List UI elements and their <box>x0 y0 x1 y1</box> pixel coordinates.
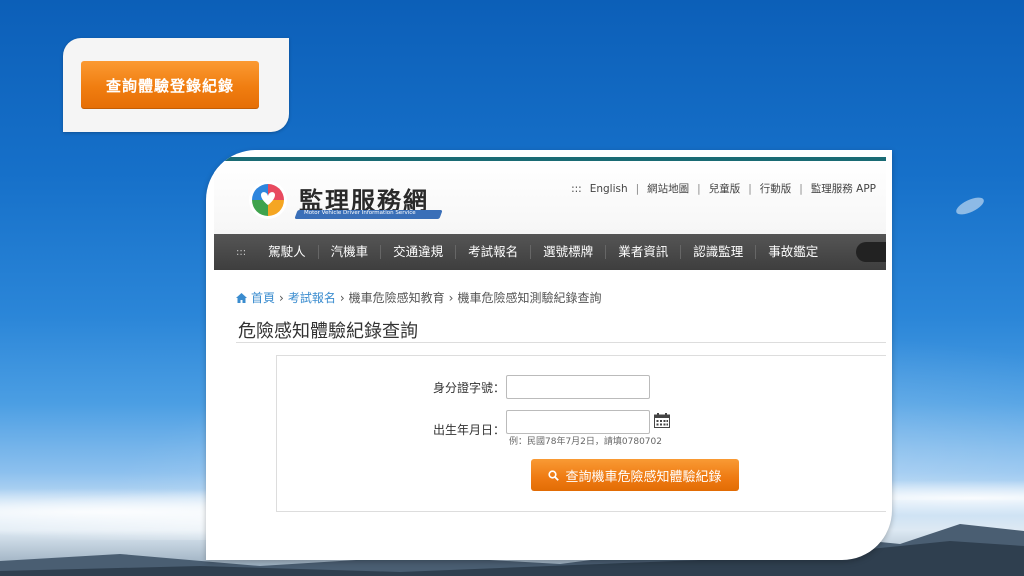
toplink-separator: | <box>697 182 701 195</box>
query-record-card: 查詢體驗登錄紀錄 <box>63 38 289 132</box>
id-number-label: 身分證字號： <box>433 381 506 395</box>
breadcrumb-current: 機車危險感知測驗紀錄查詢 <box>457 291 602 305</box>
toplink-sitemap[interactable]: 網站地圖 <box>647 181 689 196</box>
toplink-mobile[interactable]: 行動版 <box>760 181 792 196</box>
breadcrumb: 首頁 › 考試報名 › 機車危險感知教育 › 機車危險感知測驗紀錄查詢 <box>236 289 602 306</box>
toplink-separator: | <box>799 182 803 195</box>
logo-heart-icon <box>249 181 287 219</box>
site-header: 監理服務網 Motor Vehicle Driver Information S… <box>214 161 886 234</box>
website-viewport: 監理服務網 Motor Vehicle Driver Information S… <box>214 157 886 553</box>
id-number-input[interactable] <box>506 375 650 399</box>
site-logo[interactable]: 監理服務網 Motor Vehicle Driver Information S… <box>246 178 446 226</box>
toplink-separator: | <box>748 182 752 195</box>
nav-item-about[interactable]: 認識監理 <box>681 245 757 259</box>
logo-subtitle: Motor Vehicle Driver Information Service <box>304 210 416 216</box>
nav-item-plates[interactable]: 選號標牌 <box>531 245 607 259</box>
toplink-english[interactable]: English <box>590 183 628 195</box>
toplink-app[interactable]: 監理服務 APP <box>811 181 876 196</box>
breadcrumb-home[interactable]: 首頁 <box>251 289 275 306</box>
website-screenshot-card: 監理服務網 Motor Vehicle Driver Information S… <box>206 150 892 560</box>
nav-handle: ::: <box>236 246 247 258</box>
query-record-button[interactable]: 查詢體驗登錄紀錄 <box>81 61 259 109</box>
query-submit-button[interactable]: 查詢機車危險感知體驗紀錄 <box>531 459 739 491</box>
search-icon <box>548 469 560 481</box>
breadcrumb-separator: › <box>448 290 454 305</box>
top-utility-links: ::: English | 網站地圖 | 兒童版 | 行動版 | 監理服務 AP… <box>571 181 876 196</box>
calendar-icon[interactable] <box>654 413 670 428</box>
query-submit-label: 查詢機車危險感知體驗紀錄 <box>565 469 722 485</box>
nav-item-accident[interactable]: 事故鑑定 <box>756 245 830 259</box>
breadcrumb-separator: › <box>279 290 284 305</box>
toplink-kids[interactable]: 兒童版 <box>709 181 741 196</box>
cloud-wisp <box>953 194 987 218</box>
birthdate-hint: 例：民國78年7月2日，請填0780702 <box>509 437 662 447</box>
nav-item-violation[interactable]: 交通違規 <box>381 245 457 259</box>
breadcrumb-separator: › <box>339 290 345 305</box>
toplink-separator: | <box>635 182 640 195</box>
nav-item-vehicle[interactable]: 汽機車 <box>319 245 382 259</box>
breadcrumb-exam[interactable]: 考試報名 <box>288 289 336 306</box>
nav-item-business[interactable]: 業者資訊 <box>606 245 682 259</box>
main-nav: ::: 駕駛人 汽機車 交通違規 考試報名 選號標牌 業者資訊 認識監理 事故鑑… <box>214 234 886 270</box>
home-icon <box>236 292 247 303</box>
page-title: 危險感知體驗紀錄查詢 <box>238 321 418 342</box>
nav-search-box[interactable] <box>856 242 886 262</box>
nav-item-exam[interactable]: 考試報名 <box>456 245 532 259</box>
birthdate-input[interactable] <box>506 410 650 434</box>
breadcrumb-education: 機車危險感知教育 <box>348 291 445 305</box>
birthdate-label: 出生年月日： <box>433 423 506 437</box>
nav-item-driver[interactable]: 駕駛人 <box>256 245 319 259</box>
toplinks-handle: ::: <box>571 182 582 195</box>
title-divider <box>236 342 886 343</box>
